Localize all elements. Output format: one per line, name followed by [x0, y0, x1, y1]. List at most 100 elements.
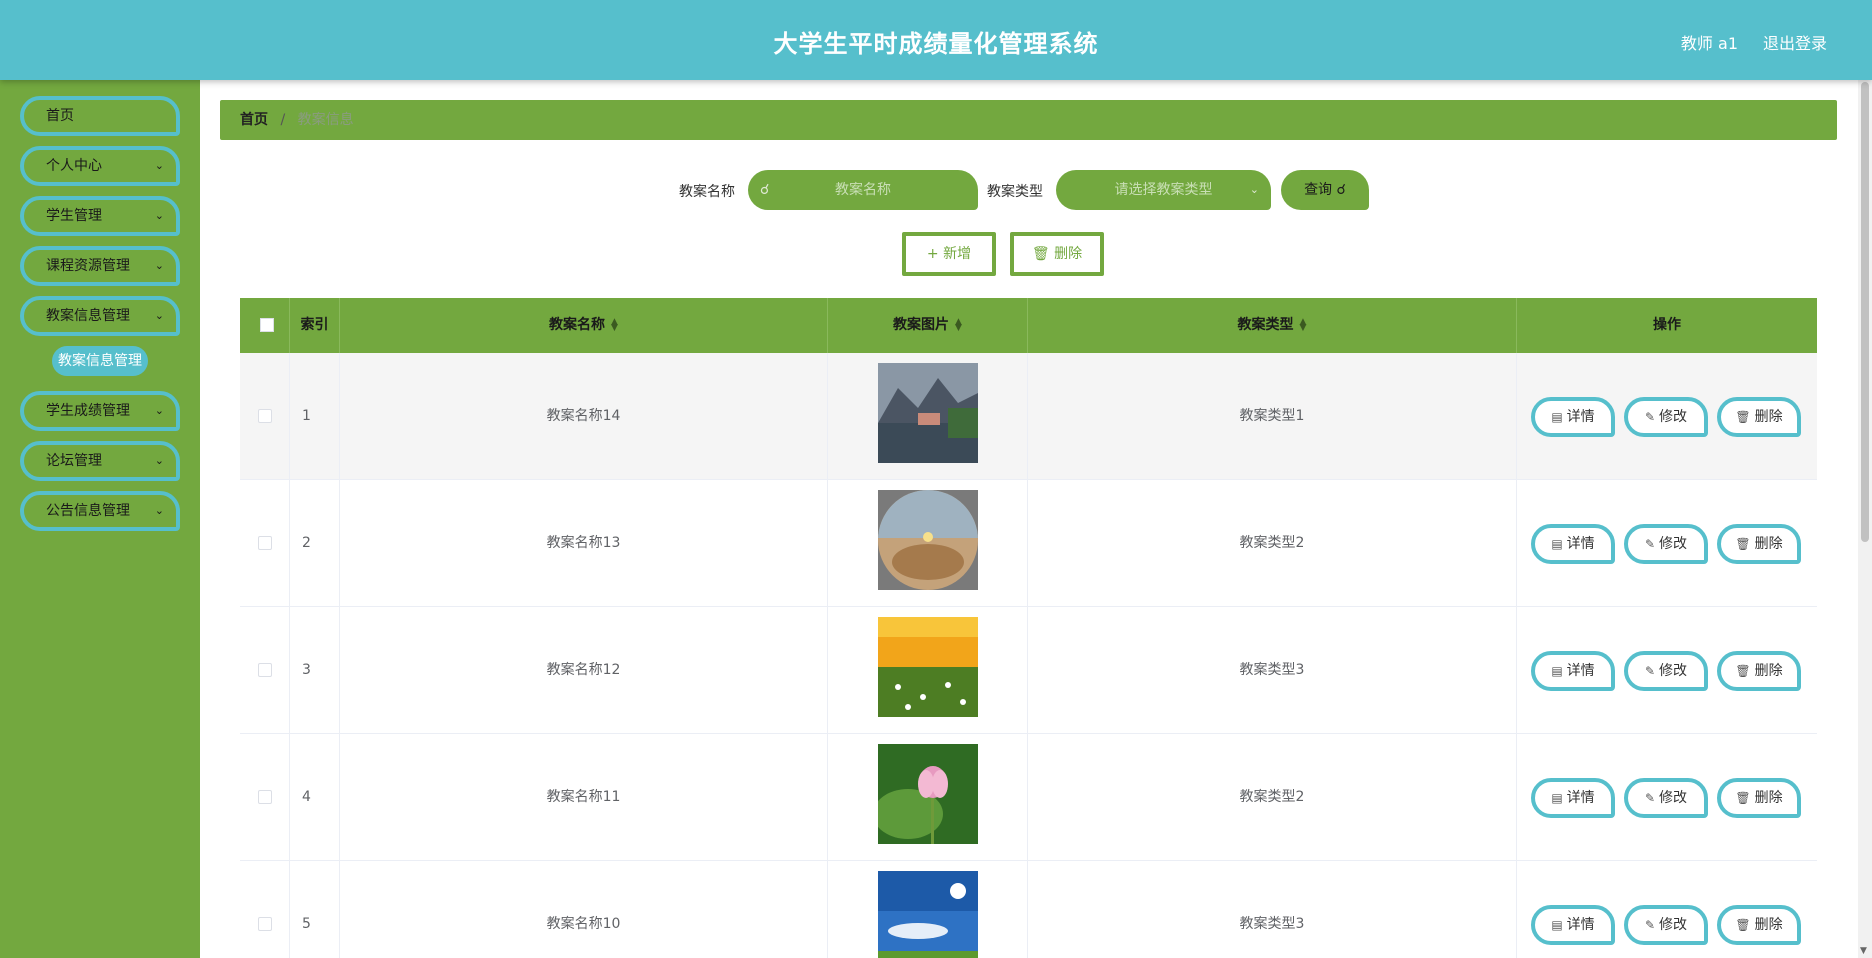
row-checkbox[interactable] — [258, 663, 272, 677]
query-button-label: 查询 — [1304, 182, 1333, 198]
document-icon: ▤ — [1551, 918, 1563, 932]
delete-button[interactable]: 🗑 删除 — [1717, 397, 1801, 437]
sidebar-item-grades[interactable]: 学生成绩管理 ⌄ — [20, 391, 180, 431]
row-checkbox[interactable] — [258, 409, 272, 423]
chevron-down-icon: ⌄ — [1249, 183, 1259, 196]
column-header-image[interactable]: 教案图片 ▲ ▼ — [828, 298, 1028, 353]
row-index: 3 — [290, 607, 340, 734]
select-all-checkbox[interactable] — [260, 318, 274, 332]
row-type: 教案类型2 — [1028, 734, 1517, 861]
row-actions-cell: ▤ 详情 ✎ 修改 🗑 删除 — [1517, 607, 1817, 734]
row-index: 2 — [290, 480, 340, 607]
row-select-cell — [240, 353, 290, 480]
edit-button-label: 修改 — [1659, 917, 1688, 933]
pencil-icon: ✎ — [1644, 664, 1656, 678]
edit-button[interactable]: ✎ 修改 — [1624, 651, 1708, 691]
sort-icon[interactable]: ▲ ▼ — [955, 318, 962, 333]
sidebar-item-label: 个人中心 — [46, 158, 102, 174]
detail-button[interactable]: ▤ 详情 — [1531, 905, 1615, 945]
column-header-type[interactable]: 教案类型 ▲ ▼ — [1028, 298, 1517, 353]
row-image-cell — [828, 607, 1028, 734]
detail-button[interactable]: ▤ 详情 — [1531, 651, 1615, 691]
breadcrumb-separator: / — [280, 112, 286, 128]
sidebar-item-lesson-plans[interactable]: 教案信息管理 ⌄ — [20, 296, 180, 336]
row-actions-cell: ▤ 详情 ✎ 修改 🗑 删除 — [1517, 353, 1817, 480]
sidebar-item-label: 论坛管理 — [46, 453, 102, 469]
logout-link[interactable]: 退出登录 — [1763, 30, 1827, 54]
sidebar: 首页 个人中心 ⌄ 学生管理 ⌄ 课程资源管理 ⌄ 教案信息管理 ⌄ 教案信息管… — [0, 80, 200, 958]
sidebar-item-label: 学生成绩管理 — [46, 403, 130, 419]
row-name: 教案名称12 — [340, 607, 828, 734]
row-index: 1 — [290, 353, 340, 480]
page-scrollbar[interactable]: ▼ — [1858, 80, 1872, 958]
scrollbar-thumb[interactable] — [1861, 82, 1869, 542]
table-row: 5 教案名称10 教案类型3 ▤ 详情 ✎ 修改 🗑 删除 — [240, 861, 1817, 958]
scroll-down-arrow-icon[interactable]: ▼ — [1860, 946, 1867, 956]
sidebar-item-announcements[interactable]: 公告信息管理 ⌄ — [20, 491, 180, 531]
row-image-cell — [828, 353, 1028, 480]
row-checkbox[interactable] — [258, 790, 272, 804]
delete-button-label: 删除 — [1754, 917, 1783, 933]
sidebar-item-label: 学生管理 — [46, 208, 102, 224]
delete-button[interactable]: 🗑 删除 — [1717, 905, 1801, 945]
edit-button[interactable]: ✎ 修改 — [1624, 524, 1708, 564]
edit-button-label: 修改 — [1659, 790, 1688, 806]
pencil-icon: ✎ — [1644, 410, 1656, 424]
trash-icon: 🗑 — [1735, 918, 1751, 932]
edit-button[interactable]: ✎ 修改 — [1624, 905, 1708, 945]
sidebar-item-personal-center[interactable]: 个人中心 ⌄ — [20, 146, 180, 186]
search-icon: ☌ — [760, 182, 770, 198]
pencil-icon: ✎ — [1644, 791, 1656, 805]
delete-button[interactable]: 🗑 删除 — [1717, 778, 1801, 818]
query-button[interactable]: 查询 ☌ — [1281, 170, 1369, 210]
sort-icon[interactable]: ▲ ▼ — [611, 318, 618, 333]
type-select-placeholder: 请选择教案类型 — [1114, 182, 1213, 198]
sidebar-item-home[interactable]: 首页 — [20, 96, 180, 136]
edit-button-label: 修改 — [1659, 663, 1688, 679]
edit-button[interactable]: ✎ 修改 — [1624, 397, 1708, 437]
delete-button-label: 删除 — [1754, 409, 1783, 425]
column-header-type-label: 教案类型 — [1237, 317, 1294, 333]
detail-button-label: 详情 — [1566, 536, 1595, 552]
breadcrumb-current: 教案信息 — [297, 112, 354, 128]
chevron-down-icon: ⌄ — [154, 504, 164, 517]
sidebar-item-label: 教案信息管理 — [46, 308, 130, 324]
row-type: 教案类型2 — [1028, 480, 1517, 607]
edit-button-label: 修改 — [1659, 409, 1688, 425]
column-header-name[interactable]: 教案名称 ▲ ▼ — [340, 298, 828, 353]
sidebar-subitem-lesson-plans[interactable]: 教案信息管理 — [52, 346, 148, 376]
row-checkbox[interactable] — [258, 917, 272, 931]
table-header: 索引 教案名称 ▲ ▼ 教案图片 ▲ ▼ 教案类型 ▲ ▼ 操作 — [240, 298, 1817, 353]
delete-button[interactable]: 🗑 删除 — [1717, 651, 1801, 691]
sidebar-item-course-resources[interactable]: 课程资源管理 ⌄ — [20, 246, 180, 286]
app-title: 大学生平时成绩量化管理系统 — [773, 30, 1099, 58]
column-header-image-label: 教案图片 — [893, 317, 950, 333]
sort-icon[interactable]: ▲ ▼ — [1300, 318, 1307, 333]
add-button[interactable]: + 新增 — [902, 232, 996, 276]
sidebar-item-label: 公告信息管理 — [46, 503, 130, 519]
edit-button[interactable]: ✎ 修改 — [1624, 778, 1708, 818]
column-header-actions: 操作 — [1653, 317, 1681, 333]
detail-button-label: 详情 — [1566, 409, 1595, 425]
delete-button-label: 删除 — [1754, 663, 1783, 679]
pencil-icon: ✎ — [1644, 918, 1656, 932]
type-select[interactable]: 请选择教案类型 ⌄ — [1056, 170, 1271, 210]
detail-button[interactable]: ▤ 详情 — [1531, 778, 1615, 818]
detail-button[interactable]: ▤ 详情 — [1531, 397, 1615, 437]
document-icon: ▤ — [1551, 664, 1563, 678]
name-search-input[interactable]: ☌ 教案名称 — [748, 170, 978, 210]
delete-button[interactable]: 🗑 删除 — [1717, 524, 1801, 564]
row-select-cell — [240, 480, 290, 607]
sidebar-item-students[interactable]: 学生管理 ⌄ — [20, 196, 180, 236]
row-actions-cell: ▤ 详情 ✎ 修改 🗑 删除 — [1517, 480, 1817, 607]
detail-button[interactable]: ▤ 详情 — [1531, 524, 1615, 564]
breadcrumb-home[interactable]: 首页 — [240, 112, 268, 128]
bulk-delete-button[interactable]: 🗑 删除 — [1010, 232, 1104, 276]
row-actions-cell: ▤ 详情 ✎ 修改 🗑 删除 — [1517, 861, 1817, 958]
sidebar-item-forum[interactable]: 论坛管理 ⌄ — [20, 441, 180, 481]
row-name: 教案名称13 — [340, 480, 828, 607]
table-row: 2 教案名称13 教案类型2 ▤ 详情 ✎ 修改 🗑 删除 — [240, 480, 1817, 607]
detail-button-label: 详情 — [1566, 790, 1595, 806]
row-checkbox[interactable] — [258, 536, 272, 550]
plus-icon: + — [926, 246, 939, 262]
